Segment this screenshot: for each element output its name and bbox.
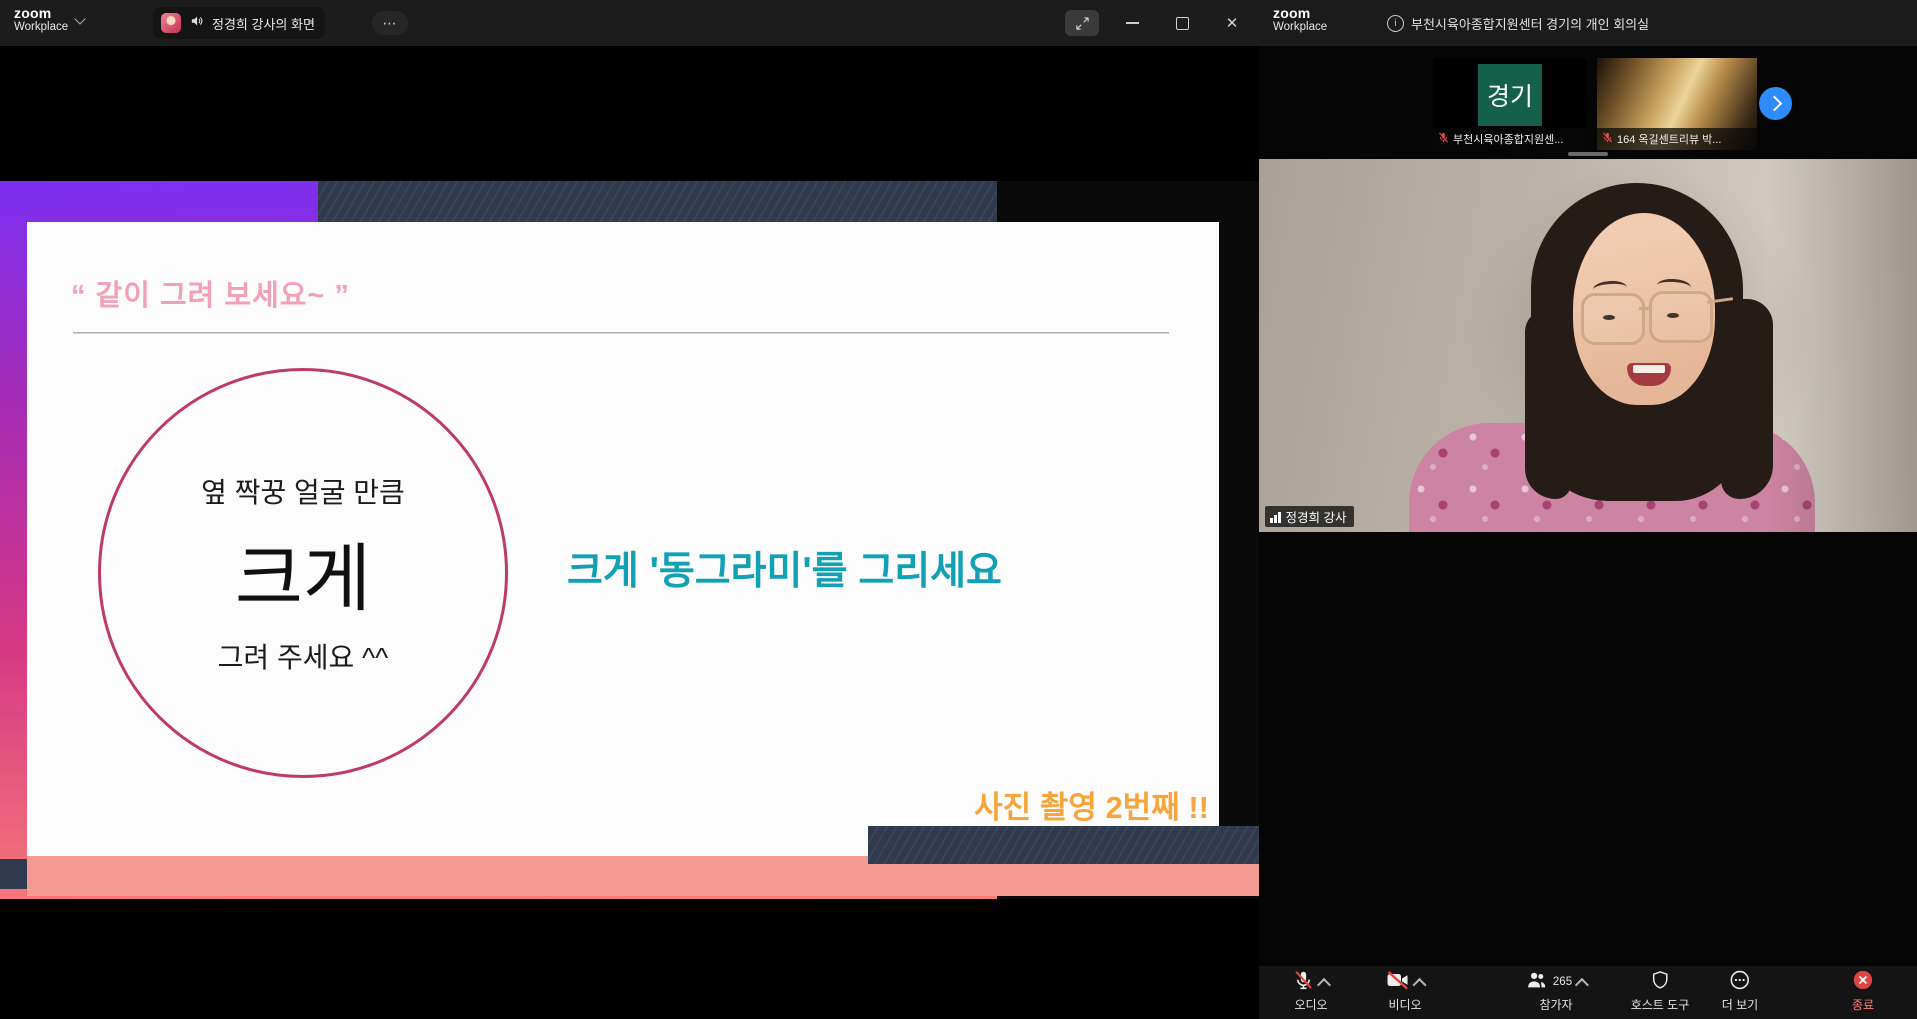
minimize-button[interactable] [1115, 10, 1149, 36]
meeting-titlebar: zoom Workplace i 부천시육아종합지원센터 경기의 개인 회의실 [1259, 0, 1917, 46]
participant-name-1: 부천시육아종합지원센... [1453, 131, 1563, 147]
share-tab-label: 정경희 강사의 화면 [212, 14, 315, 33]
speaker-teeth [1633, 365, 1665, 373]
window-controls: ✕ [1065, 0, 1249, 46]
fullscreen-button[interactable] [1065, 10, 1099, 36]
shield-icon [1649, 969, 1670, 996]
share-tab[interactable]: 정경희 강사의 화면 [153, 7, 325, 39]
host-tools-button[interactable]: 호스트 도구 [1631, 970, 1690, 1013]
mic-muted-icon [1293, 969, 1314, 996]
video-button[interactable]: 비디오 [1386, 970, 1425, 1013]
slide-corner-chip [0, 859, 27, 889]
shared-screen-window: zoom Workplace 정경희 강사의 화면 ⋯ [0, 0, 1259, 1019]
close-button[interactable]: ✕ [1215, 10, 1249, 36]
speaker-hair-right [1721, 299, 1773, 499]
chevron-right-icon [1766, 96, 1782, 112]
participant-label-1: 부천시육아종합지원센... [1433, 128, 1587, 150]
video-options-caret[interactable] [1412, 978, 1426, 992]
circle-text-bottom: 그려 주세요 ^^ [218, 636, 389, 676]
zoom-logo-text: zoom Workplace [14, 6, 68, 34]
meeting-panel: zoom Workplace i 부천시육아종합지원센터 경기의 개인 회의실 … [1259, 0, 1917, 1019]
speaker-glasses-bridge [1639, 307, 1649, 310]
end-call-icon [1852, 969, 1874, 996]
maximize-icon [1176, 17, 1189, 30]
slide-photo-note: 사진 촬영 2번째 !! [974, 782, 1209, 827]
participants-icon [1525, 969, 1548, 996]
participants-options-caret[interactable] [1575, 978, 1589, 992]
speaker-glasses-left [1581, 293, 1645, 345]
end-meeting-button[interactable]: 종료 [1852, 970, 1874, 1013]
slide-circle: 옆 짝꿍 얼굴 만큼 크게 그려 주세요 ^^ [98, 368, 508, 778]
more-button[interactable]: 더 보기 [1722, 970, 1758, 1013]
speaker-name-tag: 정경희 강사 [1265, 506, 1354, 527]
minimize-icon [1126, 22, 1139, 24]
tab-more-button[interactable]: ⋯ [372, 11, 408, 35]
slide-divider [73, 332, 1169, 334]
zoom-logo-text: zoom Workplace [1273, 6, 1327, 34]
next-participants-button[interactable] [1759, 87, 1792, 120]
slide-title: “ 같이 그려 보세요~ ” [71, 272, 350, 314]
zoom-logo-product: Workplace [1273, 21, 1327, 34]
speaker-glasses-right [1649, 291, 1713, 343]
participants-button-label: 참가자 [1539, 996, 1572, 1013]
speaker-hair-left [1525, 309, 1571, 499]
slide-instruction: 크게 '동그라미'를 그리세요 [567, 540, 1002, 596]
meeting-toolbar: 오디오 비디오 [1259, 966, 1917, 1019]
strip-resize-handle[interactable] [1568, 152, 1608, 156]
more-button-label: 더 보기 [1722, 996, 1758, 1013]
zoom-logo-product: Workplace [14, 21, 68, 34]
circle-text-top: 옆 짝꿍 얼굴 만큼 [201, 471, 405, 511]
video-button-label: 비디오 [1388, 996, 1421, 1013]
window-titlebar: zoom Workplace 정경희 강사의 화면 ⋯ [0, 0, 1259, 46]
maximize-button[interactable] [1165, 10, 1199, 36]
shared-slide: “ 같이 그려 보세요~ ” 옆 짝꿍 얼굴 만큼 크게 그려 주세요 ^^ 크… [0, 181, 1259, 899]
zoom-workplace-logo[interactable]: zoom Workplace [14, 6, 84, 34]
meeting-zoom-logo: zoom Workplace [1273, 6, 1327, 34]
more-ellipsis-icon [1729, 969, 1751, 996]
audio-level-icon [1270, 511, 1281, 523]
participant-initial-tile: 경기 [1478, 64, 1542, 126]
participant-label-2: 164 옥길센트리뷰 박... [1597, 128, 1757, 150]
mic-muted-icon [1438, 132, 1449, 146]
chevron-down-icon[interactable] [74, 13, 85, 24]
participants-count: 265 [1553, 976, 1572, 988]
video-shadow-overlay [1767, 159, 1917, 532]
audio-options-caret[interactable] [1317, 978, 1331, 992]
audio-button-label: 오디오 [1294, 996, 1327, 1013]
fullscreen-icon [1075, 16, 1090, 31]
participant-tile-text: 경기 [1487, 77, 1533, 113]
participant-strip: 경기 부천시육아종합지원센... [1259, 46, 1917, 159]
meeting-info[interactable]: i 부천시육아종합지원센터 경기의 개인 회의실 [1387, 0, 1649, 46]
slide-bottom-navy-bar [868, 826, 1259, 864]
participant-thumb-1[interactable]: 경기 부천시육아종합지원센... [1433, 58, 1587, 150]
circle-text-big: 크게 [235, 519, 371, 626]
participant-thumb-2[interactable]: 164 옥길센트리뷰 박... [1597, 58, 1757, 150]
participant-name-2: 164 옥길센트리뷰 박... [1617, 131, 1721, 147]
ellipsis-icon: ⋯ [383, 15, 398, 32]
speaker-audio-icon [189, 14, 204, 33]
speaker-name: 정경희 강사 [1286, 507, 1347, 526]
meeting-title: 부천시육아종합지원센터 경기의 개인 회의실 [1411, 14, 1649, 33]
host-tools-button-label: 호스트 도구 [1631, 996, 1690, 1013]
info-icon[interactable]: i [1387, 15, 1404, 32]
audio-button[interactable]: 오디오 [1293, 970, 1329, 1013]
slide-card: “ 같이 그려 보세요~ ” 옆 짝꿍 얼굴 만큼 크게 그려 주세요 ^^ 크… [27, 222, 1219, 868]
mic-muted-icon [1602, 132, 1613, 146]
presenter-avatar [161, 13, 181, 33]
zoom-logo-name: zoom [14, 6, 68, 21]
active-speaker-video[interactable]: 정경희 강사 [1259, 159, 1917, 532]
close-icon: ✕ [1226, 14, 1239, 32]
participants-button[interactable]: 265 참가자 [1525, 970, 1587, 1013]
end-button-label: 종료 [1852, 996, 1874, 1013]
zoom-logo-name: zoom [1273, 6, 1327, 21]
camera-off-icon [1386, 969, 1410, 996]
